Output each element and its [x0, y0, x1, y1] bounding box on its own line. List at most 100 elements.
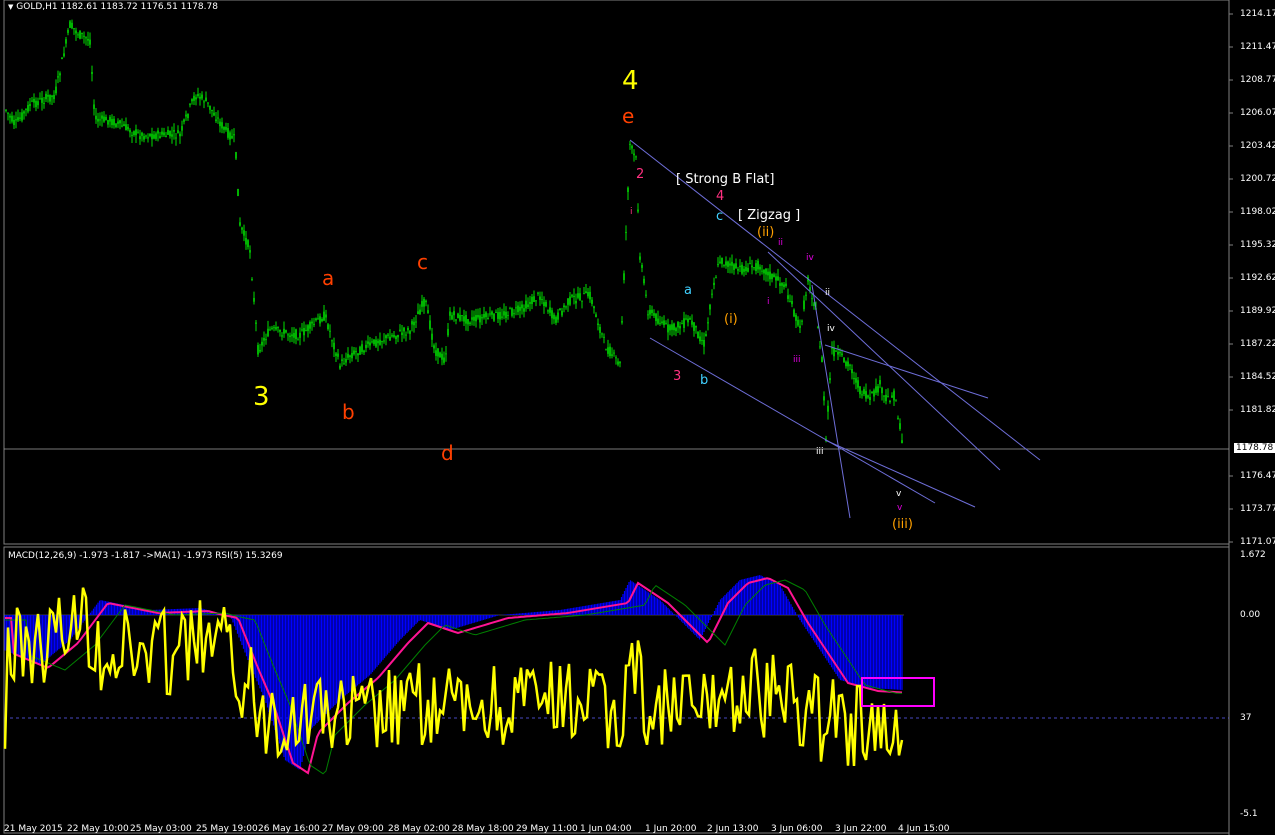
- price-candle-body: [127, 126, 129, 130]
- price-candle-body: [473, 316, 475, 321]
- price-candle-body: [527, 304, 529, 307]
- price-candle-body: [593, 306, 595, 309]
- price-candle-body: [603, 336, 605, 338]
- price-candle-body: [895, 400, 897, 402]
- price-candle-body: [61, 57, 63, 60]
- price-candle-body: [137, 131, 139, 133]
- price-candle-body: [299, 332, 301, 338]
- price-candle-body: [311, 321, 313, 324]
- price-candle-body: [333, 342, 335, 350]
- time-tick: 28 May 18:00: [452, 824, 514, 834]
- price-candle-body: [743, 268, 745, 272]
- price-candle-body: [39, 98, 41, 100]
- time-tick: 1 Jun 20:00: [645, 824, 697, 834]
- price-candle-body: [179, 133, 181, 137]
- price-candle-body: [629, 143, 631, 145]
- price-candle-body: [175, 137, 177, 139]
- price-candle-body: [631, 145, 633, 149]
- wave-label: ii: [825, 288, 831, 298]
- price-candle-body: [873, 390, 875, 397]
- price-candle-body: [761, 270, 763, 272]
- price-candle-body: [305, 329, 307, 331]
- price-candle-body: [503, 311, 505, 316]
- price-candle-body: [511, 308, 513, 316]
- price-candle-body: [451, 315, 453, 320]
- price-candle-body: [287, 334, 289, 336]
- price-candle-body: [331, 340, 333, 342]
- price-candle-body: [713, 282, 715, 286]
- price-candle-body: [11, 115, 13, 122]
- price-candle-body: [721, 257, 723, 264]
- price-candle-body: [583, 293, 585, 295]
- wave-label: 4: [622, 66, 639, 96]
- price-candle-body: [349, 355, 351, 358]
- time-tick: 26 May 16:00: [258, 824, 320, 834]
- price-candle-body: [291, 334, 293, 337]
- price-candle-body: [191, 99, 193, 102]
- time-tick: 27 May 09:00: [322, 824, 384, 834]
- price-candle-body: [515, 307, 517, 309]
- chart-canvas[interactable]: [0, 0, 1275, 835]
- price-candle-body: [407, 327, 409, 331]
- price-candle-body: [749, 263, 751, 265]
- price-candle-body: [45, 93, 47, 100]
- price-candle-body: [217, 117, 219, 119]
- price-candle-body: [519, 306, 521, 311]
- time-tick: 21 May 2015: [4, 824, 63, 834]
- price-candle-body: [505, 311, 507, 318]
- price-candle-body: [381, 341, 383, 343]
- price-candle-body: [135, 129, 137, 136]
- price-candle-body: [803, 300, 805, 310]
- price-candle-body: [261, 341, 263, 346]
- price-candle-body: [81, 32, 83, 35]
- price-candle-body: [71, 22, 73, 29]
- indicator-tick: 1.672: [1240, 550, 1266, 560]
- price-candle-body: [243, 230, 245, 236]
- price-candle-body: [59, 73, 61, 76]
- price-candle-body: [149, 133, 151, 137]
- price-candle-body: [887, 396, 889, 398]
- price-candle-body: [247, 240, 249, 248]
- price-candle-body: [35, 100, 37, 108]
- price-candle-body: [539, 296, 541, 300]
- price-candle-body: [877, 386, 879, 393]
- price-candle-body: [615, 357, 617, 359]
- price-candle-body: [75, 30, 77, 34]
- price-candle-body: [541, 299, 543, 301]
- chart-menu-icon[interactable]: ▼: [8, 3, 13, 11]
- price-candle-body: [207, 102, 209, 104]
- price-candle-body: [325, 314, 327, 318]
- wave-label: i: [767, 297, 770, 307]
- price-candle-body: [123, 124, 125, 127]
- wave-label: (iii): [892, 517, 913, 532]
- price-candle-body: [109, 116, 111, 122]
- wave-label: 4: [716, 189, 725, 204]
- price-candle-body: [837, 351, 839, 355]
- price-candle-body: [171, 134, 173, 137]
- price-candle-body: [651, 309, 653, 314]
- price-candle-body: [357, 353, 359, 356]
- price-candle-body: [105, 117, 107, 121]
- trading-chart-window[interactable]: ▼ GOLD,H1 1182.61 1183.72 1176.51 1178.7…: [0, 0, 1275, 835]
- price-candle-body: [461, 315, 463, 317]
- price-candle-body: [435, 350, 437, 356]
- price-candle-body: [831, 347, 833, 349]
- price-candle-body: [863, 389, 865, 395]
- price-candle-body: [783, 284, 785, 287]
- price-candle-body: [739, 265, 741, 268]
- price-candle-body: [799, 325, 801, 328]
- price-candle-body: [41, 97, 43, 103]
- price-candle-body: [577, 293, 579, 298]
- price-candle-body: [601, 333, 603, 335]
- price-candle-body: [99, 119, 101, 121]
- price-candle-body: [619, 361, 621, 364]
- price-candle-body: [609, 346, 611, 357]
- indicator-tick: -5.1: [1240, 809, 1258, 819]
- price-candle-body: [645, 294, 647, 296]
- wave-label: 2: [636, 167, 645, 182]
- price-candle-body: [163, 132, 165, 136]
- price-candle-body: [249, 250, 251, 253]
- price-candle-body: [471, 317, 473, 320]
- price-candle-body: [489, 313, 491, 315]
- price-tick: 1198.02: [1240, 207, 1275, 217]
